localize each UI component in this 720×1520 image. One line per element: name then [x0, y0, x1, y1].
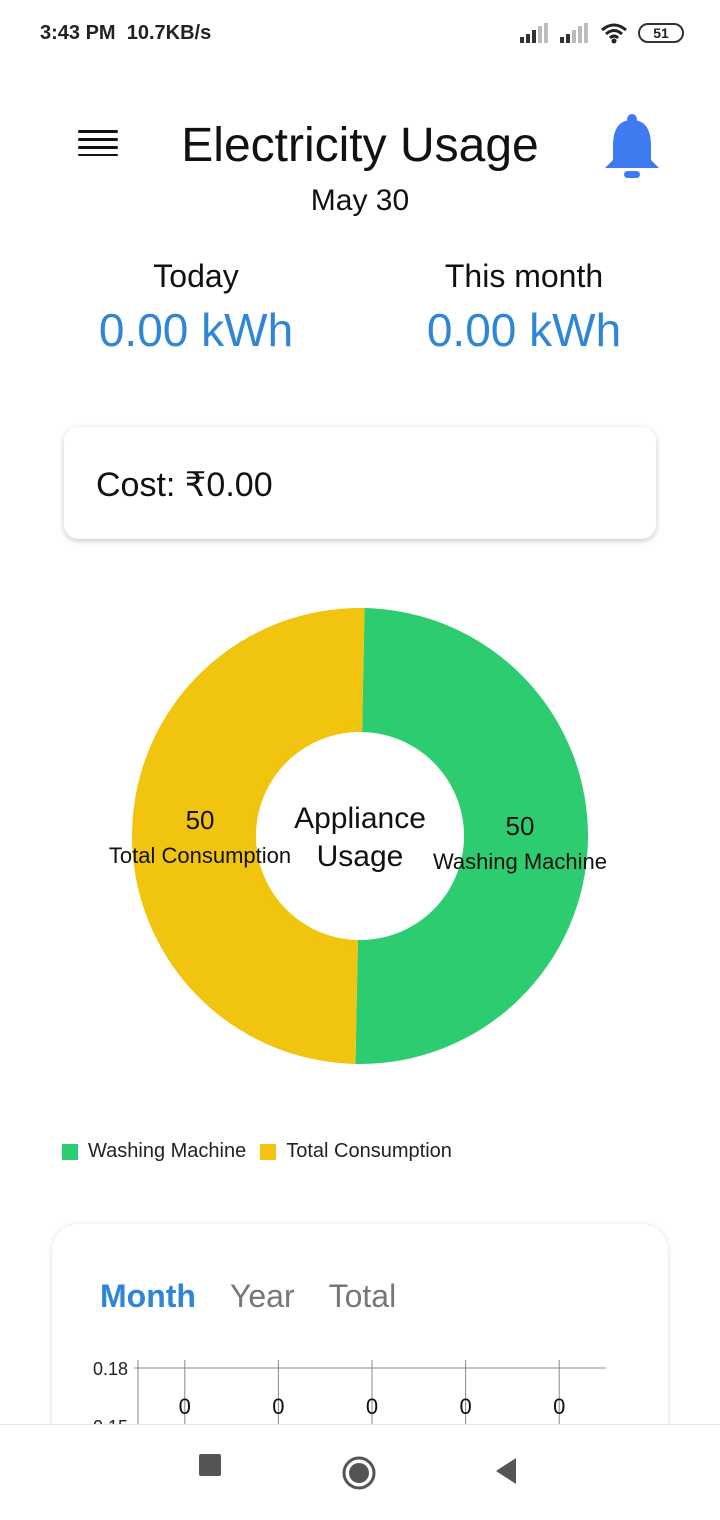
legend-label: Total Consumption	[286, 1140, 452, 1162]
donut-value-label: 50	[506, 811, 535, 841]
cost-text: Cost: ₹0.00	[96, 466, 273, 504]
status-icons: 51	[520, 22, 684, 44]
month-value: 0.00 kWh	[426, 304, 622, 356]
donut-category-label: Washing Machine	[433, 849, 607, 874]
legend-item-washing-machine: Washing Machine	[62, 1140, 246, 1163]
wifi-icon	[601, 23, 627, 44]
today-value: 0.00 kWh	[98, 304, 294, 356]
battery-icon: 51	[638, 23, 684, 43]
chart-legend: Washing Machine Total Consumption	[62, 1140, 466, 1163]
donut-hole	[256, 732, 464, 940]
signal-icon-2	[560, 23, 588, 43]
y-tick-label: 0.18	[93, 1359, 128, 1379]
tab-month[interactable]: Month	[100, 1278, 196, 1315]
square-icon[interactable]	[198, 1453, 222, 1477]
bar-value-label: 0	[179, 1394, 191, 1419]
legend-swatch	[62, 1143, 78, 1160]
circle-icon[interactable]	[341, 1455, 377, 1491]
appliance-usage-donut-chart: Appliance Usage 50 Washing Machine 50 Total…	[109, 608, 607, 1064]
donut-value-label: 50	[186, 805, 215, 835]
donut-center-line2: Usage	[317, 840, 404, 873]
bar-value-label: 0	[366, 1394, 378, 1419]
bar-value-label: 0	[553, 1394, 565, 1419]
tab-total[interactable]: Total	[329, 1278, 397, 1315]
cost-card: Cost: ₹0.00	[64, 427, 656, 539]
donut-category-label: Total Consumption	[109, 843, 291, 868]
status-time: 3:43 PM 10.7KB/s	[40, 22, 211, 45]
page-date: May 30	[310, 184, 410, 217]
bar-value-label: 0	[459, 1394, 471, 1419]
today-label: Today	[153, 258, 239, 294]
bar-value-label: 0	[272, 1394, 284, 1419]
signal-icon	[520, 23, 548, 43]
period-tabs: Month Year Total	[100, 1278, 396, 1315]
clock: 3:43 PM	[40, 22, 116, 44]
legend-swatch	[260, 1143, 277, 1160]
network-speed: 10.7KB/s	[126, 22, 212, 44]
navigation-bar	[0, 1424, 720, 1520]
month-label: This month	[444, 258, 604, 294]
bell-icon[interactable]	[600, 110, 664, 184]
status-bar: 3:43 PM 10.7KB/s 51	[0, 0, 720, 70]
legend-label: Washing Machine	[88, 1140, 247, 1162]
tab-year[interactable]: Year	[230, 1278, 295, 1315]
donut-center-line1: Appliance	[294, 802, 426, 835]
legend-item-total-consumption: Total Consumption	[260, 1140, 452, 1163]
today-stat: Today 0.00 kWh	[46, 258, 346, 357]
back-triangle-icon[interactable]	[494, 1457, 518, 1485]
month-stat: This month 0.00 kWh	[374, 258, 674, 357]
